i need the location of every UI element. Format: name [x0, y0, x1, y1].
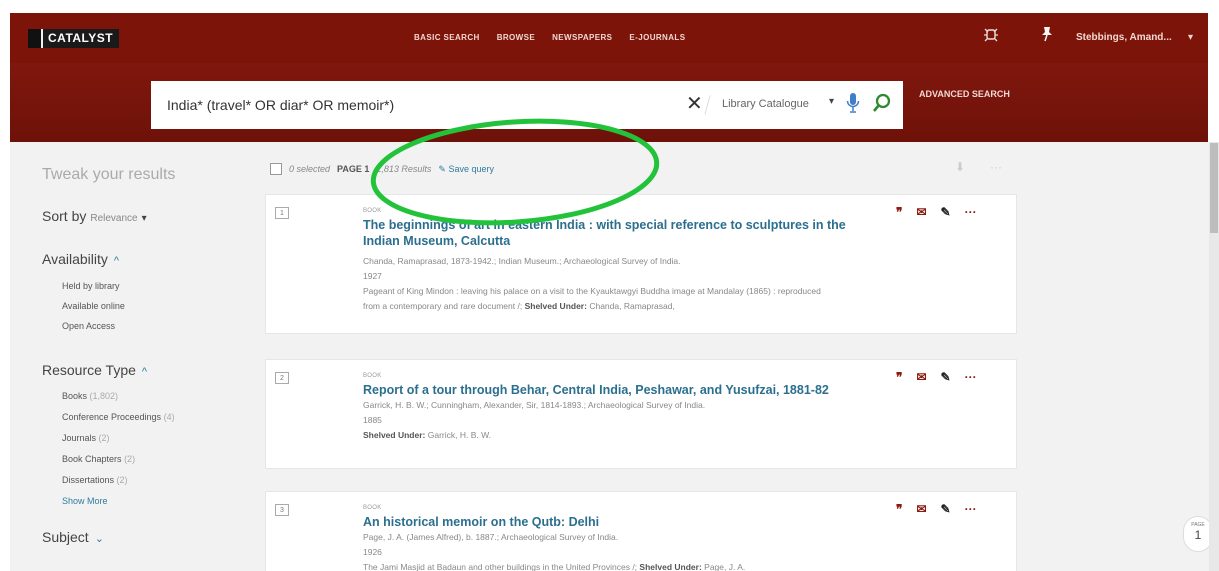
- sidebar: [10, 142, 250, 571]
- selected-count: 0 selected: [289, 164, 331, 174]
- email-icon[interactable]: ✉: [916, 370, 926, 384]
- sort-caret-icon[interactable]: ▾: [142, 213, 147, 224]
- result-card[interactable]: 3 BOOK An historical memoir on the Qutb:…: [265, 491, 1017, 571]
- sort-value[interactable]: Relevance: [90, 213, 137, 224]
- result-shelved: Shelved Under: Garrick, H. B. W.: [363, 430, 492, 440]
- result-card[interactable]: 2 BOOK Report of a tour through Behar, C…: [265, 359, 1017, 469]
- cite-icon[interactable]: ❞: [896, 502, 902, 516]
- result-title-link[interactable]: The beginnings of art in eastern India :…: [363, 217, 883, 249]
- search-input[interactable]: [167, 94, 647, 116]
- result-authors: Page, J. A. (James Alfred), b. 1887.; Ar…: [363, 532, 619, 542]
- result-authors: Chanda, Ramaprasad, 1873-1942.; Indian M…: [363, 256, 681, 266]
- user-menu[interactable]: Stebbings, Amand...: [1076, 32, 1172, 43]
- search-scope-select[interactable]: Library Catalogue: [722, 98, 809, 110]
- subject-heading[interactable]: Subject ⌄: [42, 529, 104, 545]
- scrollbar-thumb[interactable]: [1210, 143, 1218, 233]
- more-icon[interactable]: ···: [965, 370, 977, 384]
- facet-book-chapters[interactable]: Book Chapters (2): [62, 454, 135, 464]
- logo-text: CATALYST: [48, 31, 114, 45]
- resource-type-heading[interactable]: Resource Type ^: [42, 362, 147, 378]
- search-icon[interactable]: [871, 92, 893, 119]
- sort-label: Sort by: [42, 208, 87, 224]
- availability-label: Availability: [42, 251, 108, 267]
- nav-e-journals[interactable]: E-JOURNALS: [629, 33, 685, 42]
- pin-icon[interactable]: ✎: [941, 205, 951, 219]
- cite-icon[interactable]: ❞: [896, 370, 902, 384]
- chevron-down-icon[interactable]: ⌄: [95, 533, 104, 545]
- more-options-icon[interactable]: ···: [990, 160, 1002, 174]
- sidebar-title: Tweak your results: [42, 166, 176, 183]
- result-actions: ❞ ✉ ✎ ···: [896, 502, 977, 516]
- more-icon[interactable]: ···: [965, 502, 977, 516]
- result-type: BOOK: [363, 208, 382, 214]
- result-number[interactable]: 3: [275, 504, 289, 516]
- select-all-checkbox[interactable]: [270, 163, 282, 175]
- logo-mark-icon: [28, 29, 43, 48]
- chevron-up-icon[interactable]: ^: [114, 255, 119, 267]
- result-year: 1926: [363, 547, 382, 557]
- more-icon[interactable]: ···: [965, 205, 977, 219]
- pin-icon[interactable]: [1040, 26, 1054, 46]
- facet-books[interactable]: Books (1,802): [62, 391, 118, 401]
- header-bar: CATALYST BASIC SEARCH BROWSE NEWSPAPERS …: [10, 13, 1208, 142]
- nav-browse[interactable]: BROWSE: [497, 33, 535, 42]
- page-indicator-number: 1: [1194, 528, 1202, 542]
- sort-by[interactable]: Sort by Relevance ▾: [42, 208, 147, 224]
- resource-type-label: Resource Type: [42, 362, 136, 378]
- facet-open-access[interactable]: Open Access: [62, 321, 115, 331]
- facet-available-online[interactable]: Available online: [62, 301, 125, 311]
- bug-icon[interactable]: [983, 26, 999, 46]
- result-title-link[interactable]: An historical memoir on the Qutb: Delhi: [363, 514, 883, 530]
- page-label: PAGE 1: [337, 164, 370, 174]
- facet-held-by-library[interactable]: Held by library: [62, 281, 120, 291]
- save-query-label: Save query: [448, 163, 495, 174]
- pin-icon: ✎: [438, 163, 446, 174]
- email-icon[interactable]: ✉: [916, 502, 926, 516]
- catalyst-logo[interactable]: CATALYST: [28, 29, 120, 48]
- result-type: BOOK: [363, 505, 382, 511]
- result-extra: Pageant of King Mindon : leaving his pal…: [363, 286, 821, 296]
- result-number[interactable]: 2: [275, 372, 289, 384]
- scope-caret-icon[interactable]: ▾: [829, 96, 834, 107]
- microphone-icon[interactable]: [846, 92, 860, 119]
- user-caret-icon[interactable]: ▾: [1188, 32, 1193, 43]
- pin-icon[interactable]: ✎: [941, 502, 951, 516]
- cite-icon[interactable]: ❞: [896, 205, 902, 219]
- pin-icon[interactable]: ✎: [941, 370, 951, 384]
- result-card[interactable]: 1 BOOK The beginnings of art in eastern …: [265, 194, 1017, 334]
- results-toolbar: 0 selected PAGE 1 1,813 Results ✎ Save q…: [270, 163, 494, 175]
- facet-journals[interactable]: Journals (2): [62, 433, 110, 443]
- result-authors: Garrick, H. B. W.; Cunningham, Alexander…: [363, 400, 706, 410]
- scope-divider: [704, 95, 711, 115]
- facet-dissertations[interactable]: Dissertations (2): [62, 475, 128, 485]
- facet-conference-proceedings[interactable]: Conference Proceedings (4): [62, 412, 175, 422]
- main-nav: BASIC SEARCH BROWSE NEWSPAPERS E-JOURNAL…: [414, 33, 685, 42]
- result-title-link[interactable]: Report of a tour through Behar, Central …: [363, 382, 883, 398]
- result-number[interactable]: 1: [275, 207, 289, 219]
- email-icon[interactable]: ✉: [916, 205, 926, 219]
- result-shelved: The Jami Masjid at Badaun and other buil…: [363, 562, 746, 571]
- result-type: BOOK: [363, 373, 382, 379]
- subject-label: Subject: [42, 529, 89, 545]
- nav-newspapers[interactable]: NEWSPAPERS: [552, 33, 612, 42]
- result-year: 1885: [363, 415, 382, 425]
- show-more-link[interactable]: Show More: [62, 496, 108, 506]
- advanced-search-link[interactable]: ADVANCED SEARCH: [919, 89, 1010, 99]
- nav-basic-search[interactable]: BASIC SEARCH: [414, 33, 480, 42]
- results-count: 1,813 Results: [376, 164, 432, 174]
- result-actions: ❞ ✉ ✎ ···: [896, 205, 977, 219]
- clear-search-icon[interactable]: ✕: [686, 91, 703, 116]
- result-shelved: from a contemporary and rare document /;…: [363, 301, 675, 311]
- pin-toolbar-icon[interactable]: ⬇: [955, 160, 965, 174]
- chevron-up-icon[interactable]: ^: [142, 366, 147, 378]
- save-query-button[interactable]: ✎ Save query: [438, 164, 494, 175]
- availability-heading[interactable]: Availability ^: [42, 251, 119, 267]
- result-actions: ❞ ✉ ✎ ···: [896, 370, 977, 384]
- search-box: ✕ Library Catalogue ▾: [151, 81, 903, 129]
- result-year: 1927: [363, 271, 382, 281]
